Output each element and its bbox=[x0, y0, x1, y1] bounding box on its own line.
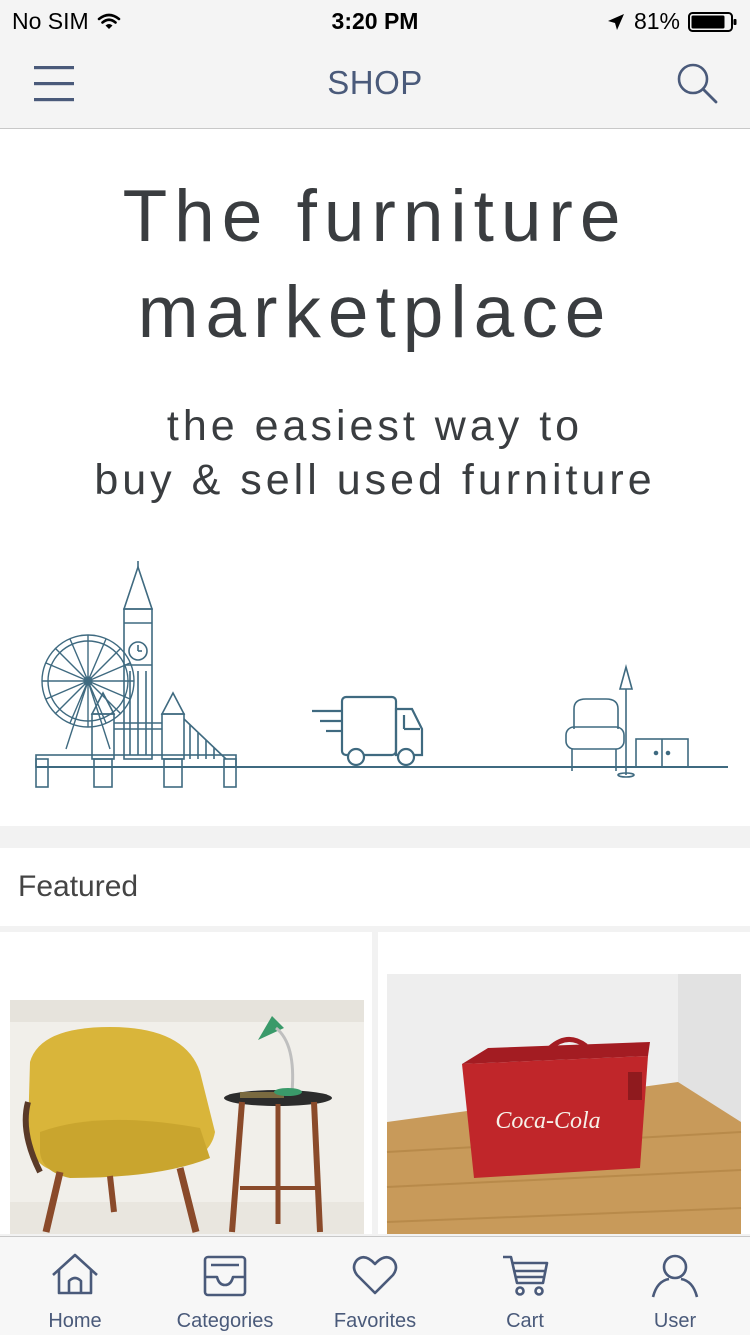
red-coca-cola-cooler-chest-photo: Coca-Cola bbox=[386, 974, 742, 1234]
location-arrow-icon bbox=[607, 13, 624, 30]
battery-percent: 81% bbox=[633, 8, 680, 34]
delivery-truck-icon bbox=[312, 695, 424, 767]
tab-user-label: User bbox=[653, 1310, 697, 1332]
featured-item-card[interactable] bbox=[0, 932, 372, 1234]
hero-subtitle-line-2: buy & sell used furniture bbox=[94, 456, 656, 504]
tab-cart-label: Cart bbox=[506, 1310, 544, 1332]
heart-icon bbox=[352, 1255, 398, 1295]
hero-banner[interactable]: The furniture marketplace the easiest wa… bbox=[0, 129, 750, 826]
tab-home[interactable]: Home bbox=[0, 1237, 150, 1335]
home-icon bbox=[52, 1253, 98, 1295]
search-button[interactable] bbox=[674, 60, 722, 108]
navigation-bar: SHOP bbox=[0, 40, 750, 129]
tab-home-label: Home bbox=[48, 1310, 102, 1332]
tab-categories[interactable]: Categories bbox=[150, 1237, 300, 1335]
tab-user[interactable]: User bbox=[600, 1237, 750, 1335]
ferris-wheel-icon bbox=[41, 634, 135, 750]
hero-title-line-2: marketplace bbox=[137, 272, 613, 353]
furniture-icons bbox=[565, 663, 689, 778]
hero-subtitle: the easiest way to buy & sell used furni… bbox=[0, 399, 750, 507]
cooler-brand-text: Coca-Cola bbox=[495, 1108, 600, 1134]
featured-label: Featured bbox=[18, 870, 139, 903]
status-right: 81% bbox=[606, 8, 738, 35]
tab-favorites[interactable]: Favorites bbox=[300, 1237, 450, 1335]
tab-bar: Home Categories Favorites Cart User bbox=[0, 1236, 750, 1335]
cart-icon bbox=[503, 1255, 549, 1296]
tower-bridge-icon bbox=[35, 691, 237, 788]
status-bar: No SIM 3:20 PM 81% bbox=[0, 0, 750, 40]
tab-categories-label: Categories bbox=[176, 1310, 274, 1332]
hero-subtitle-line-1: the easiest way to bbox=[166, 402, 584, 450]
user-icon bbox=[651, 1254, 699, 1298]
hero-title-line-1: The furniture bbox=[122, 176, 628, 257]
page-title: SHOP bbox=[327, 64, 423, 101]
london-skyline-illustration bbox=[35, 561, 728, 788]
battery-icon bbox=[688, 11, 737, 32]
tab-favorites-label: Favorites bbox=[333, 1310, 417, 1332]
search-icon bbox=[677, 63, 718, 104]
featured-section-header: Featured bbox=[0, 848, 750, 926]
categories-tray-icon bbox=[203, 1255, 247, 1297]
hero-title: The furniture marketplace bbox=[0, 169, 750, 361]
featured-item-card[interactable]: Coca-Cola bbox=[378, 932, 750, 1234]
tab-cart[interactable]: Cart bbox=[450, 1237, 600, 1335]
yellow-armchair-and-side-table-photo bbox=[10, 1000, 364, 1234]
